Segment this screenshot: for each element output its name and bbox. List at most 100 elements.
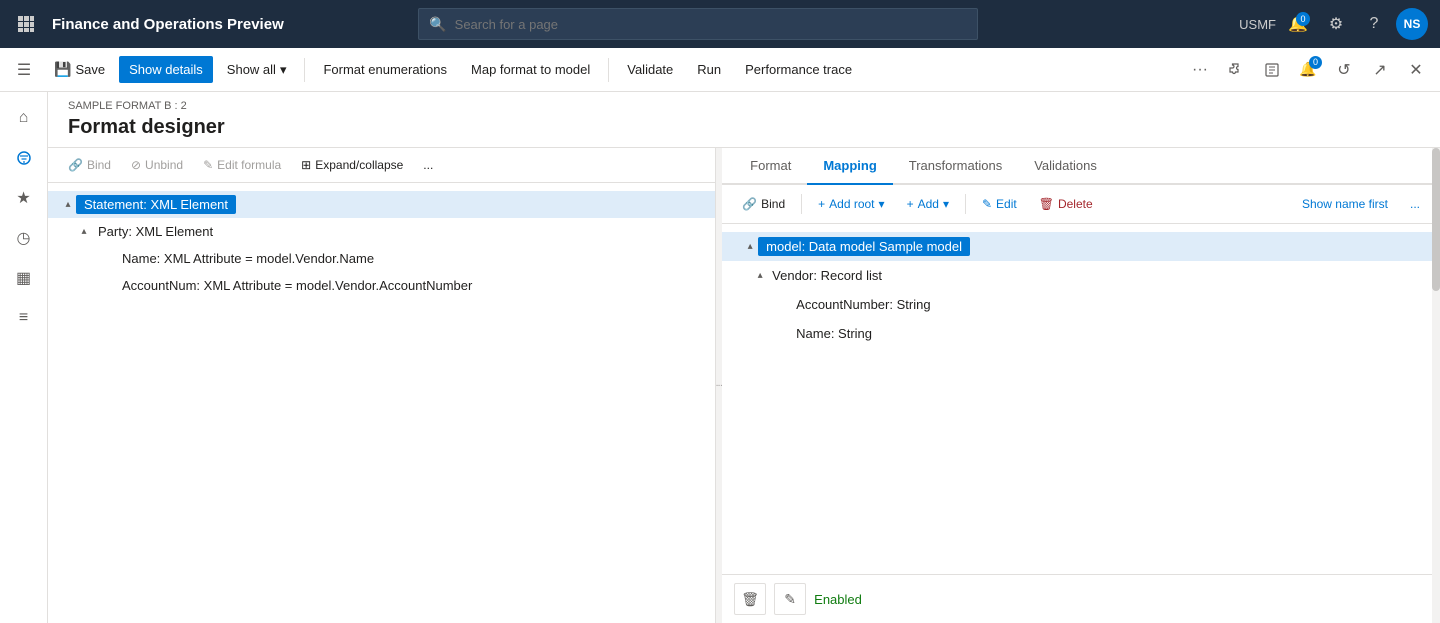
mapping-bind-icon: 🔗	[742, 197, 757, 211]
main-layout: ⌂ ★ ◷ ▦ ≡ SAMPLE FORMAT B : 2 Format des…	[0, 92, 1440, 623]
show-all-button[interactable]: Show all	[217, 56, 297, 84]
performance-trace-button[interactable]: Performance trace	[735, 56, 862, 83]
page-title: Format designer	[48, 112, 1440, 148]
map-toggle-name-string	[776, 326, 792, 342]
sidebar-list-icon[interactable]: ≡	[6, 300, 42, 336]
scrollbar-thumb	[1432, 148, 1440, 291]
close-icon[interactable]: ✕	[1400, 54, 1432, 86]
map-toggle-vendor[interactable]: ▴	[752, 268, 768, 284]
edit-bottom-button[interactable]: ✎	[774, 583, 806, 615]
tree-label-party: Party: XML Element	[92, 222, 219, 241]
book-icon[interactable]	[1256, 54, 1288, 86]
top-nav-right-area: USMF 🔔 0 ⚙ ? NS	[1239, 8, 1428, 40]
avatar[interactable]: NS	[1396, 8, 1428, 40]
run-button[interactable]: Run	[687, 56, 731, 83]
map-tree-label-name-string: Name: String	[792, 324, 876, 343]
notifications-icon[interactable]: 🔔 0	[1282, 8, 1314, 40]
expand-collapse-button[interactable]: ⊞ Expand/collapse	[293, 154, 411, 176]
mapping-more-button[interactable]: ...	[1402, 193, 1428, 215]
edit-icon: ✎	[982, 197, 992, 211]
format-enumerations-button[interactable]: Format enumerations	[313, 56, 457, 83]
tree-item-accountnum[interactable]: AccountNum: XML Attribute = model.Vendor…	[48, 272, 715, 299]
map-tree-label-vendor: Vendor: Record list	[768, 266, 886, 285]
map-toggle-model[interactable]: ▴	[742, 239, 758, 255]
sidebar-filter-icon[interactable]	[6, 140, 42, 176]
edit-formula-icon: ✎	[203, 158, 213, 172]
tree-toggle-accountnum	[100, 278, 116, 294]
settings-icon[interactable]: ⚙	[1320, 8, 1352, 40]
delete-button[interactable]: 🗑 Delete	[1031, 193, 1101, 215]
action-bar-separator-2	[608, 58, 609, 82]
map-format-to-model-button[interactable]: Map format to model	[461, 56, 600, 83]
breadcrumb: SAMPLE FORMAT B : 2	[68, 100, 1420, 112]
puzzle-icon[interactable]	[1220, 54, 1252, 86]
tab-transformations[interactable]: Transformations	[893, 148, 1018, 185]
content-area: SAMPLE FORMAT B : 2 Format designer 🔗 Bi…	[48, 92, 1440, 623]
notifications-badge: 0	[1296, 12, 1310, 26]
search-bar[interactable]: 🔍	[418, 8, 978, 40]
sidebar-workspaces-icon[interactable]: ▦	[6, 260, 42, 296]
tree-item-name[interactable]: Name: XML Attribute = model.Vendor.Name	[48, 245, 715, 272]
badge-notifications-icon[interactable]: 🔔 0	[1292, 54, 1324, 86]
map-tree-item-accountnumber[interactable]: AccountNumber: String	[722, 290, 1440, 319]
mapping-toolbar-right: Show name first ...	[1294, 193, 1428, 215]
sidebar-recent-icon[interactable]: ◷	[6, 220, 42, 256]
delete-icon: 🗑	[1039, 197, 1054, 211]
mapping-tree: ▴ model: Data model Sample model ▴ Vendo…	[722, 224, 1440, 574]
tree-toggle-name	[100, 251, 116, 267]
delete-bottom-button[interactable]: 🗑	[734, 583, 766, 615]
unbind-icon: ⊘	[131, 158, 141, 172]
add-root-chevron-icon	[879, 197, 885, 211]
region-label: USMF	[1239, 17, 1276, 32]
map-tree-item-vendor[interactable]: ▴ Vendor: Record list	[722, 261, 1440, 290]
left-pane-tree: ▴ Statement: XML Element ▴ Party: XML El…	[48, 183, 715, 623]
top-navigation: Finance and Operations Preview 🔍 USMF 🔔 …	[0, 0, 1440, 48]
save-button[interactable]: 💾 Save	[44, 55, 115, 84]
edit-button[interactable]: ✎ Edit	[974, 193, 1025, 215]
tab-mapping[interactable]: Mapping	[807, 148, 892, 185]
app-title: Finance and Operations Preview	[52, 16, 284, 33]
action-bar-separator-1	[304, 58, 305, 82]
split-pane: 🔗 Bind ⊘ Unbind ✎ Edit formula ⊞ Expand/…	[48, 148, 1440, 623]
sidebar-favorites-icon[interactable]: ★	[6, 180, 42, 216]
tree-item-party[interactable]: ▴ Party: XML Element	[48, 218, 715, 245]
apps-icon[interactable]	[12, 10, 40, 38]
save-icon: 💾	[54, 61, 71, 78]
add-root-button[interactable]: + Add root	[810, 193, 892, 215]
mapping-sep-1	[801, 194, 802, 214]
search-input[interactable]	[455, 17, 968, 32]
refresh-icon[interactable]: ↺	[1328, 54, 1360, 86]
action-bar: ☰ 💾 Save Show details Show all Format en…	[0, 48, 1440, 92]
mapping-bottom-bar: 🗑 ✎ Enabled	[722, 574, 1440, 623]
tab-validations[interactable]: Validations	[1018, 148, 1113, 185]
tab-format[interactable]: Format	[734, 148, 807, 185]
edit-formula-button[interactable]: ✎ Edit formula	[195, 154, 289, 176]
share-icon[interactable]: ↗	[1364, 54, 1396, 86]
show-all-chevron-icon	[280, 62, 287, 78]
tree-item-statement[interactable]: ▴ Statement: XML Element	[48, 191, 715, 218]
tree-label-statement: Statement: XML Element	[76, 195, 236, 214]
tree-toggle-statement[interactable]: ▴	[60, 197, 76, 213]
help-icon[interactable]: ?	[1358, 8, 1390, 40]
mapping-bind-button[interactable]: 🔗 Bind	[734, 193, 793, 215]
tree-label-name: Name: XML Attribute = model.Vendor.Name	[116, 249, 380, 268]
add-button[interactable]: + Add	[899, 193, 957, 215]
add-icon: +	[907, 197, 914, 211]
hamburger-icon[interactable]: ☰	[8, 54, 40, 86]
bind-button[interactable]: 🔗 Bind	[60, 154, 119, 176]
sidebar-home-icon[interactable]: ⌂	[6, 100, 42, 136]
map-tree-item-model[interactable]: ▴ model: Data model Sample model	[722, 232, 1440, 261]
breadcrumb-area: SAMPLE FORMAT B : 2	[48, 92, 1440, 112]
mapping-toolbar: 🔗 Bind + Add root + Add	[722, 185, 1440, 224]
add-root-icon: +	[818, 197, 825, 211]
show-details-button[interactable]: Show details	[119, 56, 213, 83]
right-scrollbar[interactable]	[1432, 148, 1440, 623]
unbind-button[interactable]: ⊘ Unbind	[123, 154, 191, 176]
map-tree-item-name-string[interactable]: Name: String	[722, 319, 1440, 348]
tree-toggle-party[interactable]: ▴	[76, 224, 92, 240]
map-tree-label-accountnumber: AccountNumber: String	[792, 295, 934, 314]
validate-button[interactable]: Validate	[617, 56, 683, 83]
more-options-icon[interactable]: ···	[1184, 54, 1216, 86]
left-more-button[interactable]: ...	[415, 154, 441, 176]
show-name-first-button[interactable]: Show name first	[1294, 193, 1396, 215]
